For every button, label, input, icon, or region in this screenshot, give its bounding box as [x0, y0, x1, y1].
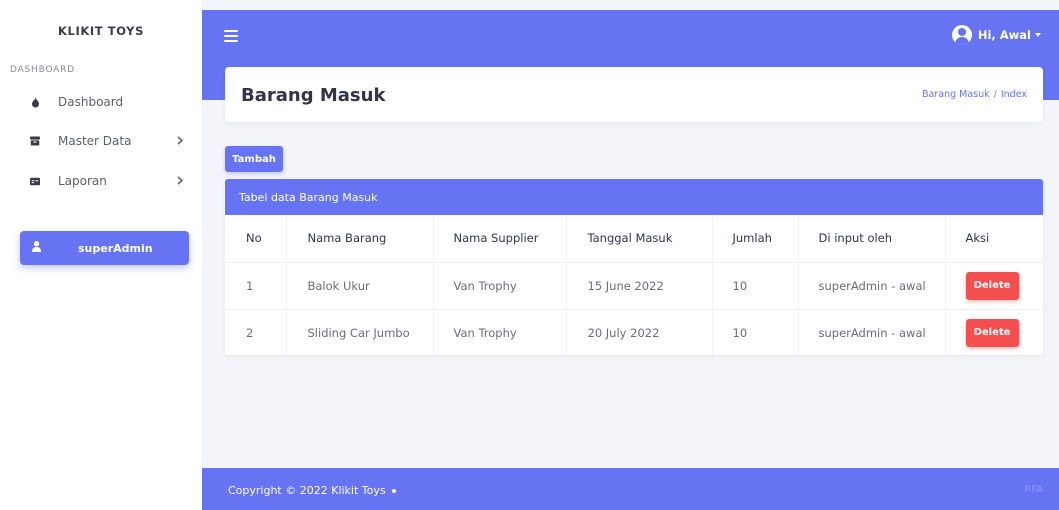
- footer-right-text: RFA: [1024, 484, 1043, 495]
- dot-icon: [391, 489, 396, 493]
- cell-jumlah: 10: [712, 262, 799, 310]
- footer-copyright: Copyright © 2022 Klikit Toys: [228, 484, 396, 497]
- sidebar-item-master-data[interactable]: Master Data: [0, 129, 202, 153]
- breadcrumb-separator: /: [993, 89, 997, 100]
- cell-tanggal-masuk: 15 June 2022: [566, 262, 713, 310]
- breadcrumb-item-barang-masuk[interactable]: Barang Masuk: [922, 89, 990, 100]
- table-card: Tabel data Barang Masuk No Nama Barang N…: [225, 179, 1043, 355]
- breadcrumb-item-index[interactable]: Index: [1001, 89, 1027, 100]
- cell-di-input-oleh: superAdmin - awal: [798, 262, 946, 310]
- cell-nama-supplier: Van Trophy: [433, 262, 567, 310]
- cell-di-input-oleh: superAdmin - awal: [798, 309, 946, 355]
- column-header-tanggal-masuk: Tanggal Masuk: [566, 215, 713, 263]
- cell-nama-supplier: Van Trophy: [433, 309, 567, 355]
- sidebar: KLIKIT TOYS DASHBOARD Dashboard Master D…: [0, 0, 202, 510]
- column-header-no: No: [225, 215, 287, 263]
- cell-nama-barang: Sliding Car Jumbo: [286, 309, 434, 355]
- user-dropdown[interactable]: Hi, Awal: [951, 25, 1041, 45]
- delete-button[interactable]: Delete: [965, 318, 1019, 347]
- caret-down-icon: [1035, 33, 1041, 37]
- footer-copyright-text: Copyright © 2022 Klikit Toys: [228, 484, 386, 497]
- cell-nama-barang: Balok Ukur: [286, 262, 434, 310]
- cell-aksi: Delete: [945, 309, 1043, 355]
- brand-logo[interactable]: KLIKIT TOYS: [0, 24, 202, 38]
- user-greeting: Hi, Awal: [977, 28, 1031, 42]
- fire-icon: [30, 96, 40, 107]
- chevron-right-icon: [177, 134, 184, 148]
- sidebar-item-laporan[interactable]: Laporan: [0, 169, 202, 193]
- sidebar-item-label: Dashboard: [58, 95, 124, 109]
- delete-button[interactable]: Delete: [965, 271, 1019, 300]
- cell-aksi: Delete: [945, 262, 1043, 310]
- sidebar-item-dashboard[interactable]: Dashboard: [0, 90, 202, 114]
- page-header-card: Barang Masuk Barang Masuk / Index: [225, 67, 1043, 122]
- table-row: 2 Sliding Car Jumbo Van Trophy 20 July 2…: [225, 309, 1043, 355]
- cell-no: 1: [225, 262, 287, 310]
- column-header-nama-supplier: Nama Supplier: [433, 215, 567, 263]
- tambah-button[interactable]: Tambah: [225, 146, 283, 172]
- sidebar-section-label: DASHBOARD: [10, 65, 75, 75]
- sidebar-item-label: Master Data: [58, 134, 132, 148]
- sidebar-user-label: superAdmin: [78, 241, 153, 255]
- chevron-right-icon: [177, 174, 184, 188]
- hamburger-menu-icon[interactable]: [224, 30, 238, 42]
- avatar: [951, 25, 972, 45]
- column-header-jumlah: Jumlah: [712, 215, 799, 263]
- breadcrumb: Barang Masuk / Index: [922, 89, 1027, 100]
- table-caption: Tabel data Barang Masuk: [225, 179, 1043, 215]
- column-header-aksi: Aksi: [945, 215, 1043, 263]
- box-icon: [30, 136, 40, 146]
- column-header-di-input-oleh: Di input oleh: [798, 215, 946, 263]
- table-row: 1 Balok Ukur Van Trophy 15 June 2022 10 …: [225, 262, 1043, 310]
- cell-tanggal-masuk: 20 July 2022: [566, 309, 713, 355]
- sidebar-user-card[interactable]: superAdmin: [20, 231, 189, 265]
- user-icon: [32, 241, 41, 255]
- cell-jumlah: 10: [712, 309, 799, 355]
- table-header-row: No Nama Barang Nama Supplier Tanggal Mas…: [225, 215, 1043, 263]
- report-icon: [30, 176, 40, 186]
- barang-masuk-table: No Nama Barang Nama Supplier Tanggal Mas…: [225, 215, 1043, 355]
- cell-no: 2: [225, 309, 287, 355]
- page-title: Barang Masuk: [241, 85, 386, 106]
- column-header-nama-barang: Nama Barang: [286, 215, 434, 263]
- sidebar-item-label: Laporan: [58, 174, 107, 188]
- footer: Copyright © 2022 Klikit Toys RFA: [202, 468, 1059, 510]
